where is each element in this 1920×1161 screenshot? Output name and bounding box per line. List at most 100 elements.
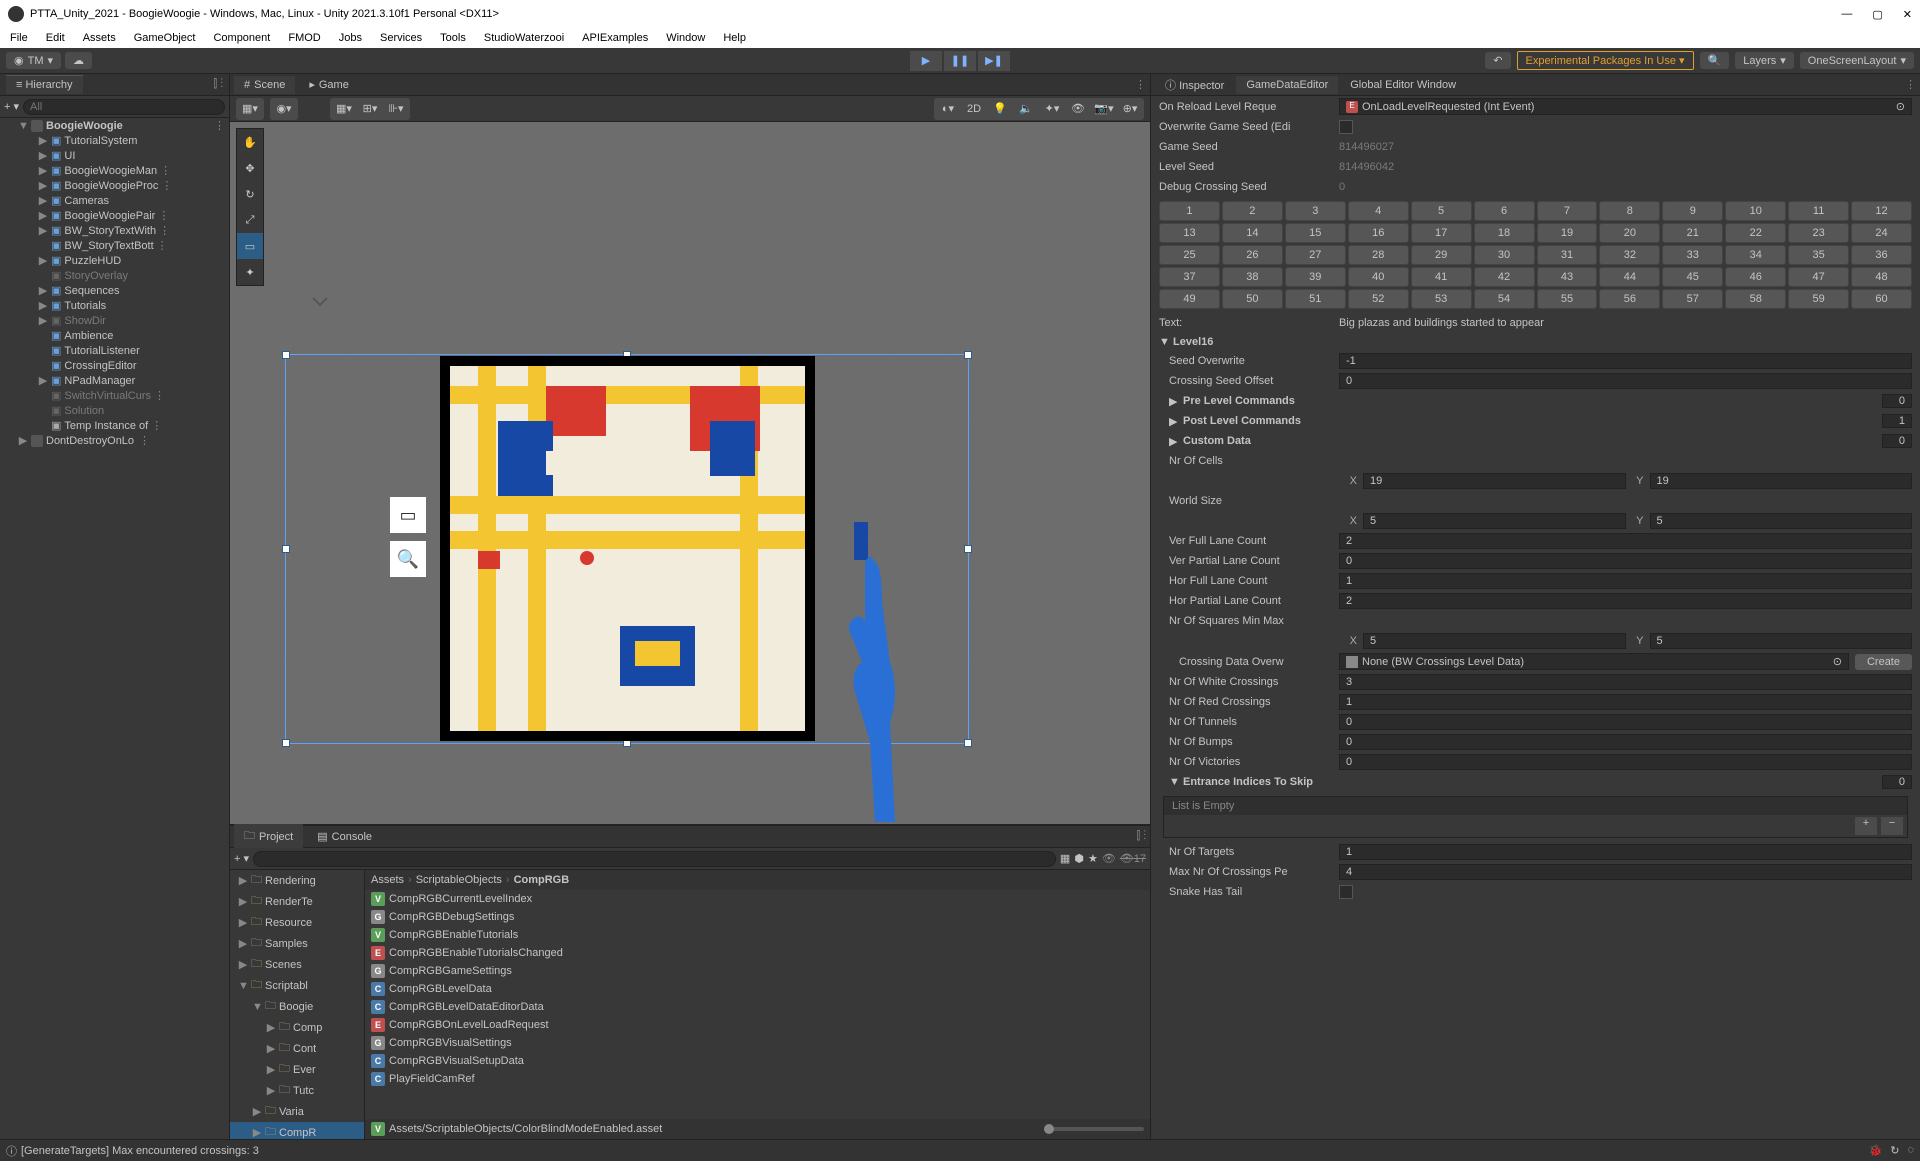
console-tab[interactable]: ▤ Console [307,827,382,846]
menu-help[interactable]: Help [719,30,750,46]
project-folder[interactable]: ▶🗀CompR [230,1122,364,1139]
project-folder[interactable]: ▼🗀Scriptabl [230,975,364,996]
level-number-button[interactable]: 27 [1285,245,1346,265]
project-search-by-label[interactable]: ⬢ [1074,852,1084,865]
level-number-button[interactable]: 29 [1411,245,1472,265]
level-number-button[interactable]: 37 [1159,267,1220,287]
menu-assets[interactable]: Assets [79,30,120,46]
level-number-button[interactable]: 36 [1851,245,1912,265]
project-folder[interactable]: ▶🗀Varia [230,1101,364,1122]
project-asset[interactable]: CCompRGBLevelData [365,980,1150,998]
level-number-button[interactable]: 44 [1599,267,1660,287]
project-asset[interactable]: VCompRGBEnableTutorials [365,926,1150,944]
project-asset[interactable]: CPlayFieldCamRef [365,1070,1150,1088]
level-number-button[interactable]: 41 [1411,267,1472,287]
level-number-button[interactable]: 11 [1788,201,1849,221]
project-favorite-icon[interactable]: ★ [1088,852,1098,865]
project-asset[interactable]: GCompRGBVisualSettings [365,1034,1150,1052]
project-folder[interactable]: ▶🗀Cont [230,1038,364,1059]
hierarchy-item[interactable]: ▶▣BW_StoryTextWith⋮ [0,223,229,238]
tool-dropdown[interactable]: ▦▾ [238,100,262,118]
menu-jobs[interactable]: Jobs [335,30,366,46]
move-tool[interactable]: ✥ [237,155,263,181]
white-cross-input[interactable]: 3 [1339,674,1912,690]
snake-checkbox[interactable] [1339,885,1353,899]
project-asset[interactable]: VCompRGBCurrentLevelIndex [365,890,1150,908]
visibility-toggle[interactable]: 👁 [1066,100,1090,118]
status-refresh-icon[interactable]: ↻ [1890,1144,1899,1157]
level-number-button[interactable]: 3 [1285,201,1346,221]
level-number-button[interactable]: 33 [1662,245,1723,265]
rect-gizmo-icon[interactable]: ▭ [390,497,426,533]
hierarchy-item[interactable]: ▣CrossingEditor [0,358,229,373]
level-number-button[interactable]: 32 [1599,245,1660,265]
level-number-button[interactable]: 1 [1159,201,1220,221]
project-asset[interactable]: CCompRGBLevelDataEditorData [365,998,1150,1016]
project-hidden-icon[interactable]: 👁 [1102,852,1116,865]
crossing-offset-input[interactable]: 0 [1339,373,1912,389]
hierarchy-item[interactable]: ▣Solution [0,403,229,418]
level-number-button[interactable]: 58 [1725,289,1786,309]
project-folder[interactable]: ▶🗀RenderTe [230,891,364,912]
level-number-button[interactable]: 39 [1285,267,1346,287]
project-search-by-type[interactable]: ▦ [1060,852,1070,865]
project-asset[interactable]: ECompRGBOnLevelLoadRequest [365,1016,1150,1034]
inspector-tab[interactable]: ⓘ Inspector [1155,74,1234,96]
hierarchy-item[interactable]: ▣Temp Instance of⋮ [0,418,229,433]
create-button[interactable]: Create [1855,654,1912,670]
level-number-button[interactable]: 56 [1599,289,1660,309]
menu-studiowaterzooi[interactable]: StudioWaterzooi [480,30,568,46]
level-number-button[interactable]: 13 [1159,223,1220,243]
breadcrumb-segment[interactable]: Assets [371,874,404,886]
level-number-button[interactable]: 2 [1222,201,1283,221]
level-number-button[interactable]: 57 [1662,289,1723,309]
hierarchy-item[interactable]: ▶▣TutorialSystem [0,133,229,148]
world-size-y-input[interactable]: 5 [1650,513,1913,529]
level-number-button[interactable]: 4 [1348,201,1409,221]
gizmos-toggle[interactable]: ⊕▾ [1118,100,1142,118]
snap-toggle[interactable]: ⊞▾ [358,100,382,118]
camera-toggle[interactable]: 📷▾ [1092,100,1116,118]
2d-toggle[interactable]: 2D [962,100,986,118]
rotate-tool[interactable]: ↻ [237,181,263,207]
level-number-button[interactable]: 45 [1662,267,1723,287]
experimental-packages-warning[interactable]: Experimental Packages In Use ▾ [1517,51,1694,70]
draw-mode-dropdown[interactable]: ◉▾ [272,100,296,118]
hierarchy-item[interactable]: ▶▣UI [0,148,229,163]
level-number-button[interactable]: 60 [1851,289,1912,309]
project-asset[interactable]: ECompRGBEnableTutorialsChanged [365,944,1150,962]
project-folder[interactable]: ▶🗀Ever [230,1059,364,1080]
level-number-button[interactable]: 48 [1851,267,1912,287]
menu-services[interactable]: Services [376,30,426,46]
minimize-button[interactable]: — [1841,8,1852,21]
level-number-button[interactable]: 9 [1662,201,1723,221]
dont-destroy-root[interactable]: ▶ DontDestroyOnLo ⋮ [0,433,229,448]
project-asset[interactable]: GCompRGBDebugSettings [365,908,1150,926]
menu-gameobject[interactable]: GameObject [130,30,200,46]
hierarchy-item[interactable]: ▣BW_StoryTextBott⋮ [0,238,229,253]
project-folder[interactable]: ▶🗀Rendering [230,870,364,891]
seed-overwrite-input[interactable]: -1 [1339,353,1912,369]
list-add-button[interactable]: + [1855,817,1877,835]
targets-input[interactable]: 1 [1339,844,1912,860]
level-number-button[interactable]: 5 [1411,201,1472,221]
level-number-button[interactable]: 18 [1474,223,1535,243]
scale-tool[interactable]: ⤢ [237,207,263,233]
project-lock-icon[interactable]: ⫿ ⋮ [1137,830,1146,843]
breadcrumb-segment[interactable]: CompRGB [514,874,570,886]
hierarchy-tab[interactable]: ≡ Hierarchy [6,75,83,94]
red-cross-input[interactable]: 1 [1339,694,1912,710]
nr-cells-x-input[interactable]: 19 [1363,473,1626,489]
gamedataeditor-tab[interactable]: GameDataEditor [1236,76,1338,94]
account-dropdown[interactable]: ◉ TM ▾ [6,52,61,69]
tunnels-input[interactable]: 0 [1339,714,1912,730]
hor-full-input[interactable]: 1 [1339,573,1912,589]
max-cross-input[interactable]: 4 [1339,864,1912,880]
custom-data-foldout[interactable]: ▶Custom Data 0 [1151,431,1920,451]
breadcrumb-segment[interactable]: ScriptableObjects [416,874,502,886]
level-number-button[interactable]: 15 [1285,223,1346,243]
overwrite-seed-checkbox[interactable] [1339,120,1353,134]
level-number-button[interactable]: 19 [1537,223,1598,243]
list-remove-button[interactable]: − [1881,817,1903,835]
project-search-input[interactable] [253,851,1056,867]
